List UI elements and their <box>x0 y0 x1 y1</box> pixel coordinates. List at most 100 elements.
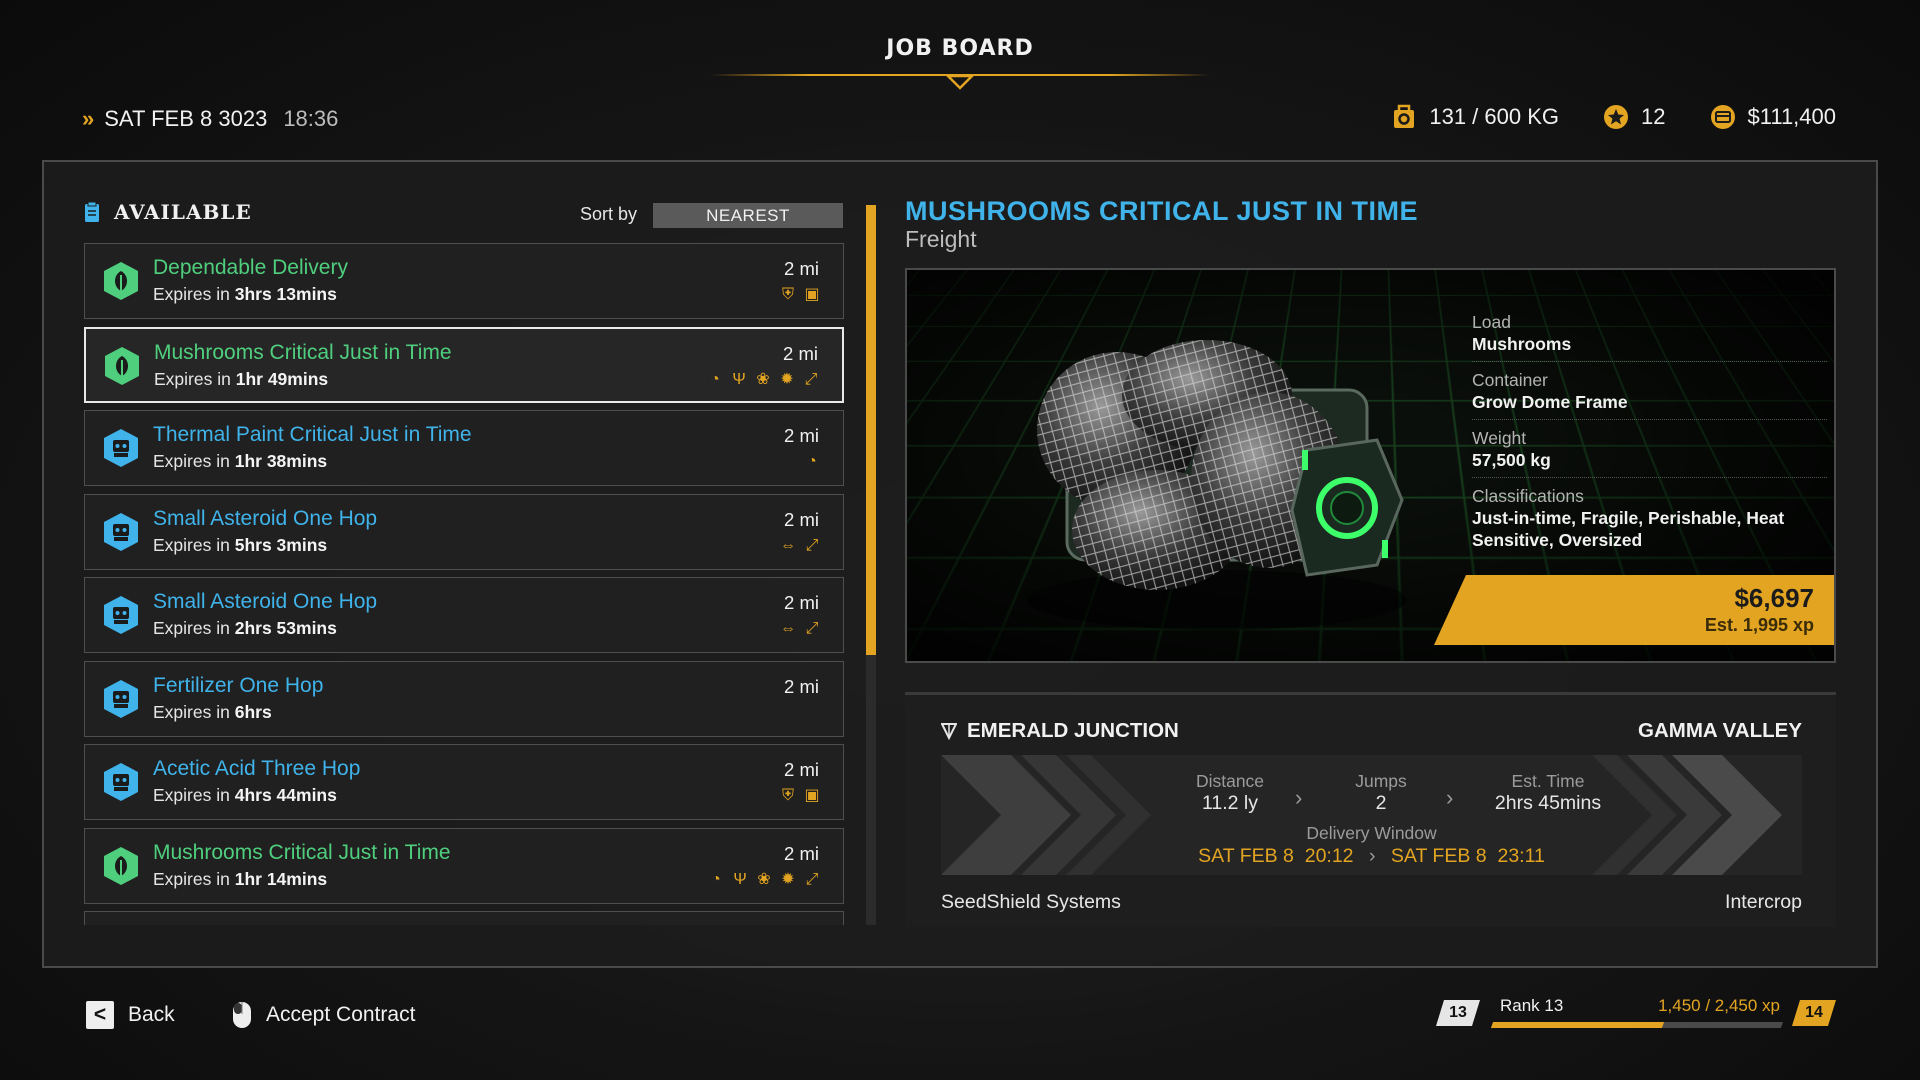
job-list-item[interactable]: Mushrooms Critical Just in Time Expires i… <box>84 828 844 904</box>
clock-icon: ◔ <box>706 371 724 389</box>
jumps-stat: Jumps 2 <box>1316 771 1446 815</box>
oversized-icon: ⤢ <box>803 620 821 638</box>
fragile-icon: Ψ <box>730 371 748 389</box>
job-classification-icons: ⇔ ⤢ <box>779 620 821 638</box>
job-list-item[interactable]: Dependable Delivery Expires in 3hrs 13min… <box>84 243 844 319</box>
route-band: Distance 11.2 ly › Jumps 2 › Est. Time 2… <box>941 755 1802 875</box>
available-title: AVAILABLE <box>114 200 252 224</box>
cargo-value: 131 / 600 KG <box>1429 104 1559 130</box>
accept-contract-button[interactable]: Accept Contract <box>232 1001 415 1029</box>
spec-label: Container <box>1472 370 1827 391</box>
accept-label: Accept Contract <box>266 1003 415 1027</box>
job-name: Small Asteroid One Hop <box>153 590 377 614</box>
double-chevron-icon: » <box>82 106 94 132</box>
job-name: Mushrooms Critical Just in Time <box>154 341 452 365</box>
receiver-name: Intercrop <box>1725 891 1802 914</box>
robot-badge-icon <box>101 595 141 635</box>
est-time-stat: Est. Time 2hrs 45mins <box>1463 771 1633 815</box>
job-list-item[interactable]: Mushrooms Critical Just in Time Expires i… <box>84 327 844 403</box>
job-list-item[interactable]: Acetic Acid Three Hop Expires in 4hrs 44m… <box>84 744 844 820</box>
clock-icon: ◔ <box>707 871 725 889</box>
job-expiry: Expires in 6hrs <box>153 702 272 723</box>
oversized-icon: ⤢ <box>802 371 820 389</box>
perishable-icon: ❀ <box>755 871 773 889</box>
box-icon: ▣ <box>803 787 821 805</box>
current-rank-badge: 13 <box>1436 1000 1480 1026</box>
player-stats: 131 / 600 KG 12 $111,400 <box>1391 104 1836 130</box>
job-distance: 2 mi <box>784 676 819 698</box>
spec-row: Load Mushrooms <box>1472 312 1827 362</box>
mouse-left-click-icon <box>232 1001 252 1029</box>
shipper-name: SeedShield Systems <box>941 891 1121 914</box>
job-name: Acetic Acid Three Hop <box>153 757 360 781</box>
rank-progress-bar <box>1491 1022 1783 1028</box>
job-title: MUSHROOMS CRITICAL JUST IN TIME <box>905 196 1418 227</box>
job-classification-icons: ◔ Ψ ❀ ✹ ⤢ <box>706 371 820 389</box>
reward-amount: $6,697 <box>1734 583 1814 614</box>
job-distance: 2 mi <box>784 509 819 531</box>
star-icon <box>1603 104 1629 130</box>
job-distance: 2 mi <box>783 343 818 365</box>
spec-value: Mushrooms <box>1472 333 1827 355</box>
job-list-item[interactable] <box>84 911 844 925</box>
job-list-item[interactable]: Small Asteroid One Hop Expires in 5hrs 3m… <box>84 494 844 570</box>
oversized-icon: ⤢ <box>803 537 821 555</box>
job-type: Freight <box>905 226 977 253</box>
job-expiry: Expires in 4hrs 44mins <box>153 785 337 806</box>
fragile-icon: Ψ <box>731 871 749 889</box>
grow-dome-container-model <box>1007 300 1427 640</box>
spec-label: Classifications <box>1472 486 1827 507</box>
credits-value: $111,400 <box>1748 104 1837 130</box>
job-classification-icons: ◔ <box>803 453 821 471</box>
job-expiry: Expires in 1hr 14mins <box>153 869 327 890</box>
job-list-item[interactable]: Small Asteroid One Hop Expires in 2hrs 53… <box>84 577 844 653</box>
route-panel: EMERALD JUNCTION GAMMA VALLEY Distance 1… <box>905 692 1836 927</box>
scrollbar-thumb[interactable] <box>866 205 876 655</box>
cargo-viewer[interactable]: Load Mushrooms Container Grow Dome Frame Wei… <box>905 268 1836 663</box>
game-time: 18:36 <box>283 106 338 132</box>
job-name: Small Asteroid One Hop <box>153 507 377 531</box>
spec-value: Just-in-time, Fragile, Perishable, Heat … <box>1472 507 1827 551</box>
stars-value: 12 <box>1641 104 1665 130</box>
box-icon: ▣ <box>803 286 821 304</box>
reward-banner: $6,697 Est. 1,995 xp <box>1434 575 1834 645</box>
distance-value: 11.2 ly <box>1165 792 1295 815</box>
cargo-stat: 131 / 600 KG <box>1391 104 1559 130</box>
job-list-item[interactable]: Fertilizer One Hop Expires in 6hrs 2 mi <box>84 661 844 737</box>
job-name: Mushrooms Critical Just in Time <box>153 841 451 865</box>
job-list-item[interactable]: Thermal Paint Critical Just in Time Expir… <box>84 410 844 486</box>
jumps-value: 2 <box>1316 792 1446 815</box>
caret-down-icon <box>946 74 974 90</box>
sort-dropdown[interactable]: NEAREST <box>653 203 843 228</box>
clipboard-icon <box>84 201 100 223</box>
weight-icon <box>1391 104 1417 130</box>
job-distance: 2 mi <box>784 425 819 447</box>
credits-stat: $111,400 <box>1710 104 1837 130</box>
credit-card-icon <box>1710 104 1736 130</box>
rank-progress-fill <box>1491 1022 1664 1028</box>
chevron-right-icon: › <box>1295 785 1302 811</box>
job-distance: 2 mi <box>784 759 819 781</box>
spec-row: Container Grow Dome Frame <box>1472 370 1827 420</box>
back-label: Back <box>128 1003 175 1027</box>
job-distance: 2 mi <box>784 843 819 865</box>
job-name: Dependable Delivery <box>153 256 348 280</box>
est-time-value: 2hrs 45mins <box>1463 792 1633 815</box>
job-expiry: Expires in 1hr 49mins <box>154 369 328 390</box>
origin-name: EMERALD JUNCTION <box>967 719 1179 743</box>
back-button[interactable]: < Back <box>86 1001 175 1029</box>
next-rank-badge: 14 <box>1792 1000 1836 1026</box>
robot-badge-icon <box>101 679 141 719</box>
job-name: Fertilizer One Hop <box>153 674 323 698</box>
page-title: JOB BOARD <box>0 36 1920 61</box>
perishable-icon: ❀ <box>754 371 772 389</box>
job-expiry: Expires in 3hrs 13mins <box>153 284 337 305</box>
shield-icon: ⛨ <box>779 787 797 805</box>
heat-icon: ✹ <box>779 871 797 889</box>
spec-value: 57,500 kg <box>1472 449 1827 471</box>
job-expiry: Expires in 5hrs 3mins <box>153 535 327 556</box>
spec-label: Weight <box>1472 428 1827 449</box>
oversized-icon: ⤢ <box>803 871 821 889</box>
rank-progress: 13 Rank 13 1,450 / 2,450 xp 14 <box>1436 994 1836 1034</box>
chevron-right-icon: › <box>1446 785 1453 811</box>
